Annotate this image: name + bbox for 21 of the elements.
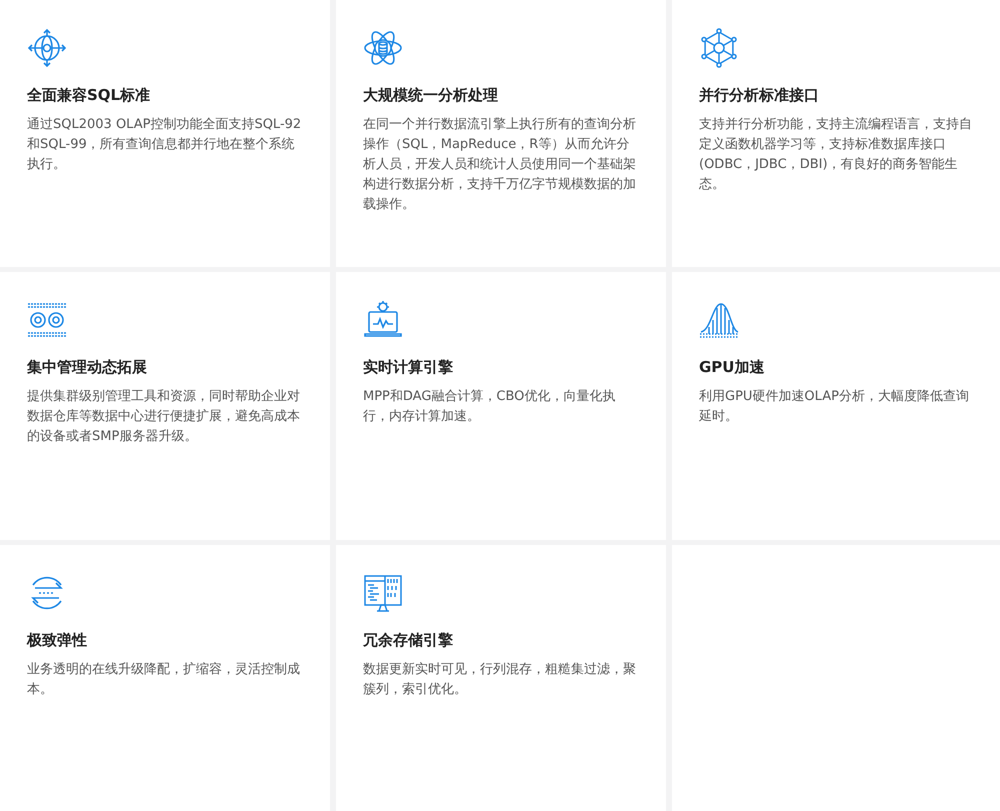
feature-title: 实时计算引擎 — [363, 357, 454, 378]
feature-title: 大规模统一分析处理 — [363, 85, 499, 106]
feature-title: 并行分析标准接口 — [699, 85, 820, 106]
feature-title: 冗余存储引擎 — [363, 630, 454, 651]
feature-description: 支持并行分析功能，支持主流编程语言，支持自定义函数机器学习等，支持标准数据库接口(ODBC，JDBC，DBI)，有良好的商务智能生态。 — [699, 116, 972, 194]
feature-description: MPP和DAG融合计算，CBO优化，向量化执行，内存计算加速。 — [363, 388, 616, 426]
code-monitor-icon — [363, 573, 403, 613]
feature-description: 利用GPU硬件加速OLAP分析，大幅度降低查询延时。 — [699, 388, 970, 426]
feature-description: 在同一个并行数据流引擎上执行所有的查询分析操作（SQL，MapReduce，R等）从而允许分析人员，开发人员和统计人员使用同一个基础架构进行数据分析，支持千万亿字节规模数据的加载操作。 — [363, 116, 637, 214]
laptop-gear-icon — [363, 300, 403, 340]
feature-title: 全面兼容SQL标准 — [27, 85, 152, 106]
atom-database-icon — [363, 28, 403, 68]
network-icon — [699, 28, 739, 68]
feature-description: 提供集群级别管理工具和资源，同时帮助企业对数据仓库等数据中心进行便捷扩展，避免高成本的设备或者SMP服务器升级。 — [27, 388, 301, 446]
feature-title: 极致弹性 — [27, 630, 88, 651]
feature-title: GPU加速 — [699, 357, 766, 378]
globe-icon — [27, 28, 67, 68]
feature-description: 通过SQL2003 OLAP控制功能全面支持SQL-92和SQL-99，所有查询信息都并行地在整个系统执行。 — [27, 116, 302, 174]
feature-description: 数据更新实时可见，行列混存，粗糙集过滤，聚簇列，索引优化。 — [363, 661, 637, 699]
feature-title: 集中管理动态拓展 — [27, 357, 148, 378]
feature-description: 业务透明的在线升级降配，扩缩容，灵活控制成本。 — [27, 661, 301, 699]
